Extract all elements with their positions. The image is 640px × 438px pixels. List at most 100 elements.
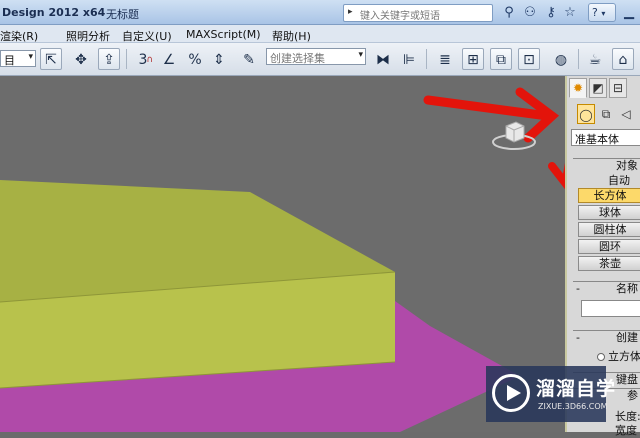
lights-category-button[interactable]: ◁	[617, 104, 635, 124]
object-type-rollout-header[interactable]: 对象	[573, 158, 640, 172]
geometry-type-dropdown[interactable]: 准基本体	[571, 129, 640, 146]
download-icon: ⊡	[523, 52, 535, 68]
mirror-icon: ⧓	[376, 52, 390, 68]
layers-icon: ≣	[439, 52, 451, 68]
sphere-button[interactable]: 球体	[578, 205, 640, 220]
render-setup-button[interactable]: ◍	[550, 48, 572, 70]
viewcube[interactable]	[490, 116, 536, 152]
search-placeholder: 键入关键字或短语	[360, 11, 440, 22]
minimize-icon[interactable]: ▁	[620, 4, 638, 22]
edit-named-selection-button[interactable]: ✎	[238, 48, 260, 70]
viewcube-icon	[492, 121, 536, 150]
parameters-label: 参	[627, 389, 638, 402]
autogrid-label: 自动	[608, 174, 630, 187]
material-editor-button[interactable]: ⊡	[518, 48, 540, 70]
binoculars-icon[interactable]: ⚲	[500, 4, 518, 22]
mirror-button[interactable]: ⧓	[372, 48, 394, 70]
title-bar: Design 2012 x64 无标题 ▸ 键入关键字或短语 ⚲ ⚇ ⚷ ☆ ?…	[0, 0, 640, 25]
chevron-down-icon: ▾	[601, 9, 606, 18]
menu-item-customize[interactable]: 自定义(U)	[122, 28, 172, 44]
document-title: 无标题	[106, 8, 139, 21]
cube-radio[interactable]: 立方体	[575, 348, 640, 364]
width-label: 宽度	[615, 424, 637, 437]
sun-icon: ✹	[572, 81, 584, 95]
cylinder-button[interactable]: 圆柱体	[578, 222, 640, 237]
collapse-icon: -	[576, 282, 580, 295]
autogrid-checkbox[interactable]: 自动	[575, 172, 640, 188]
named-selection-placeholder: 创建选择集	[270, 52, 325, 65]
view-dropdown[interactable]: 目 ▾	[0, 50, 36, 67]
search-input[interactable]: ▸ 键入关键字或短语	[343, 4, 493, 22]
cube-radio-label: 立方体	[608, 350, 640, 363]
tab-create[interactable]: ✹	[569, 78, 587, 98]
teapot-icon: ☕	[588, 52, 602, 68]
creation-method-label: 创建	[616, 331, 638, 344]
menu-item-lighting-analysis[interactable]: 照明分析	[66, 28, 110, 44]
sphere-icon: ◯	[579, 108, 593, 122]
menu-bar: 渲染(R) 照明分析 自定义(U) MAXScript(M) 帮助(H)	[0, 25, 640, 43]
tab-modify[interactable]: ◩	[589, 78, 607, 98]
box-button[interactable]: 长方体	[578, 188, 640, 203]
perspective-viewport[interactable]	[0, 76, 565, 432]
command-panel-tabs: ✹ ◩ ⊟	[569, 78, 640, 98]
view-dropdown-value: 目	[4, 54, 15, 67]
chevron-down-icon: ▾	[28, 52, 33, 62]
align-button[interactable]: ⊫	[398, 48, 420, 70]
render-frame-button[interactable]: ☕	[584, 48, 606, 70]
quick-render-button[interactable]: ⌂	[612, 48, 634, 70]
help-button[interactable]: ? ▾	[588, 3, 616, 22]
torus-button[interactable]: 圆环	[578, 239, 640, 254]
curve-editor-button[interactable]: ⊞	[462, 48, 484, 70]
geometry-type-value: 准基本体	[575, 133, 619, 146]
snap-toggle-button[interactable]: 3 ∩	[132, 48, 154, 70]
toolbar-divider	[426, 49, 427, 69]
annotation-arrow-down	[548, 162, 565, 190]
percent-label: %	[188, 52, 202, 68]
shapes-category-button[interactable]: ⧉	[597, 104, 615, 124]
modify-icon: ◩	[592, 81, 604, 95]
layer-manager-button[interactable]: ≣	[434, 48, 456, 70]
radio-icon	[597, 353, 605, 361]
shapes-icon: ⧉	[601, 107, 611, 121]
teapot-button[interactable]: 茶壶	[578, 256, 640, 271]
spinner-icon: ⇕	[213, 52, 225, 68]
collapse-icon: -	[576, 331, 580, 344]
tab-hierarchy[interactable]: ⊟	[609, 78, 627, 98]
name-color-label: 名称	[616, 282, 638, 295]
angle-icon: ∠	[162, 52, 176, 68]
align-icon: ⊫	[402, 52, 416, 68]
play-logo-icon	[492, 374, 530, 412]
schematic-view-button[interactable]: ⧉	[490, 48, 512, 70]
key-icon[interactable]: ⚷	[542, 4, 560, 22]
select-and-link-button[interactable]: ⇪	[98, 48, 120, 70]
object-name-field[interactable]	[581, 300, 640, 317]
select-object-button[interactable]: ⇱	[40, 48, 62, 70]
communication-icon[interactable]: ⚇	[521, 4, 539, 22]
name-color-rollout-header[interactable]: - 名称	[573, 281, 640, 295]
percent-snap-button[interactable]: %	[184, 48, 206, 70]
chevron-down-icon: ▾	[358, 50, 363, 60]
move-icon: ✥	[75, 52, 87, 68]
watermark-brand: 溜溜自学	[536, 378, 617, 400]
toolbar-divider	[578, 49, 579, 69]
angle-snap-button[interactable]: ∠	[158, 48, 180, 70]
named-selection-dropdown[interactable]: 创建选择集 ▾	[266, 48, 366, 65]
magnet-icon: ∩	[146, 55, 153, 65]
move-button[interactable]: ✥	[70, 48, 92, 70]
star-icon[interactable]: ☆	[561, 4, 579, 22]
spinner-snap-button[interactable]: ⇕	[208, 48, 230, 70]
link-icon: ⇪	[103, 52, 115, 68]
creation-method-rollout-header[interactable]: - 创建	[573, 330, 640, 344]
watermark: 溜溜自学 ZIXUE.3D66.COM	[486, 366, 615, 422]
graph-icon: ⊞	[467, 52, 479, 68]
menu-item-help[interactable]: 帮助(H)	[272, 28, 311, 44]
camera-icon: ⌂	[618, 52, 628, 68]
toolbar-divider	[126, 49, 127, 69]
app-title: Design 2012 x64	[2, 6, 106, 19]
main-toolbar: 目 ▾ ⇱ ✥ ⇪ 3 ∩ ∠ % ⇕ ✎ 创建选择集 ▾ ⧓ ⊫ ≣ ⊞ ⧉	[0, 43, 640, 76]
menu-item-maxscript[interactable]: MAXScript(M)	[186, 28, 261, 41]
menu-item-edit[interactable]: 渲染(R)	[0, 28, 38, 44]
viewport-scene	[0, 87, 565, 432]
pencil-icon: ✎	[243, 52, 255, 68]
geometry-category-button[interactable]: ◯	[577, 104, 595, 124]
